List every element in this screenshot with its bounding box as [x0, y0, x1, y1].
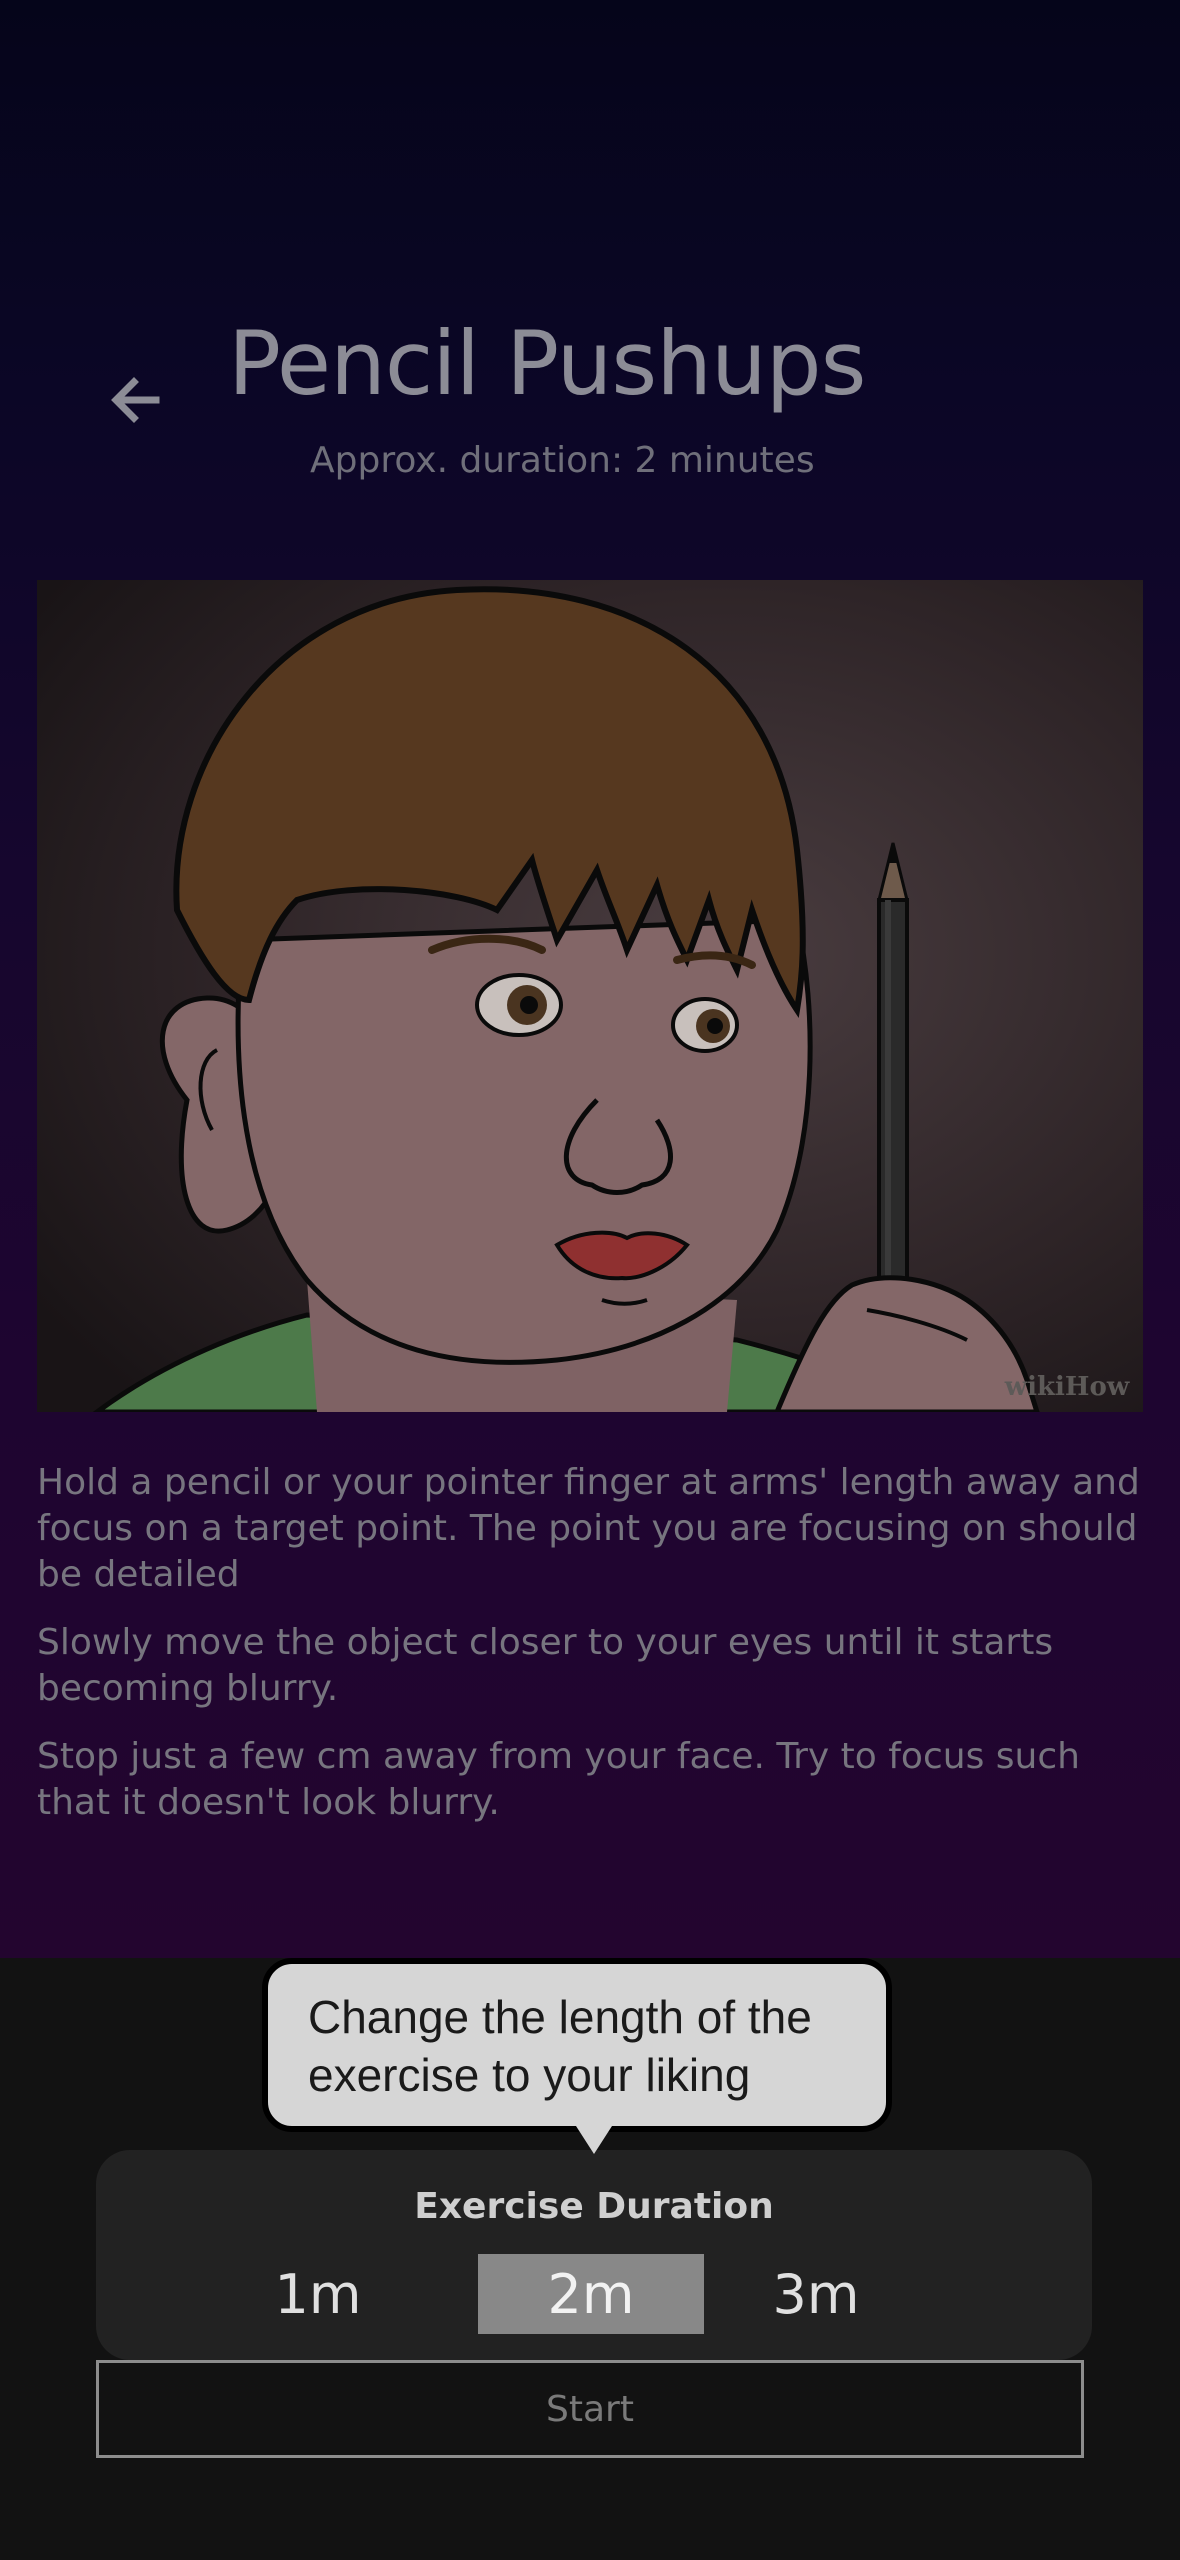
- exercise-screen: Pencil Pushups Approx. duration: 2 minut…: [0, 0, 1180, 2560]
- exercise-duration-selector: Exercise Duration 1m 2m 3m: [96, 2150, 1092, 2360]
- child-with-pencil-illustration: wikiHow: [37, 580, 1143, 1412]
- wikihow-watermark: wikiHow: [1004, 1372, 1130, 1402]
- tooltip-pointer: [576, 2126, 612, 2154]
- exercise-duration-label: Exercise Duration: [414, 2186, 774, 2227]
- exercise-content-area: Pencil Pushups Approx. duration: 2 minut…: [0, 0, 1180, 1958]
- instruction-step: Slowly move the object closer to your ey…: [37, 1622, 1054, 1709]
- instructions-list: Hold a pencil or your pointer finger at …: [37, 1460, 1147, 1848]
- instruction-step: Stop just a few cm away from your face. …: [37, 1736, 1080, 1823]
- tooltip-text: Change the length of the exercise to you…: [308, 1991, 812, 2101]
- instruction-step: Hold a pencil or your pointer finger at …: [37, 1462, 1140, 1595]
- arrow-left-icon: [111, 377, 160, 423]
- duration-option-2m[interactable]: 2m: [478, 2254, 704, 2334]
- page-title: Pencil Pushups: [228, 312, 866, 415]
- duration-option-1m[interactable]: 1m: [228, 2254, 408, 2334]
- duration-option-3m[interactable]: 3m: [726, 2254, 906, 2334]
- start-button[interactable]: Start: [96, 2360, 1084, 2458]
- duration-subtitle: Approx. duration: 2 minutes: [310, 440, 815, 481]
- back-button[interactable]: [96, 360, 176, 440]
- exercise-illustration: wikiHow: [37, 580, 1143, 1412]
- onboarding-tooltip[interactable]: Change the length of the exercise to you…: [262, 1958, 892, 2132]
